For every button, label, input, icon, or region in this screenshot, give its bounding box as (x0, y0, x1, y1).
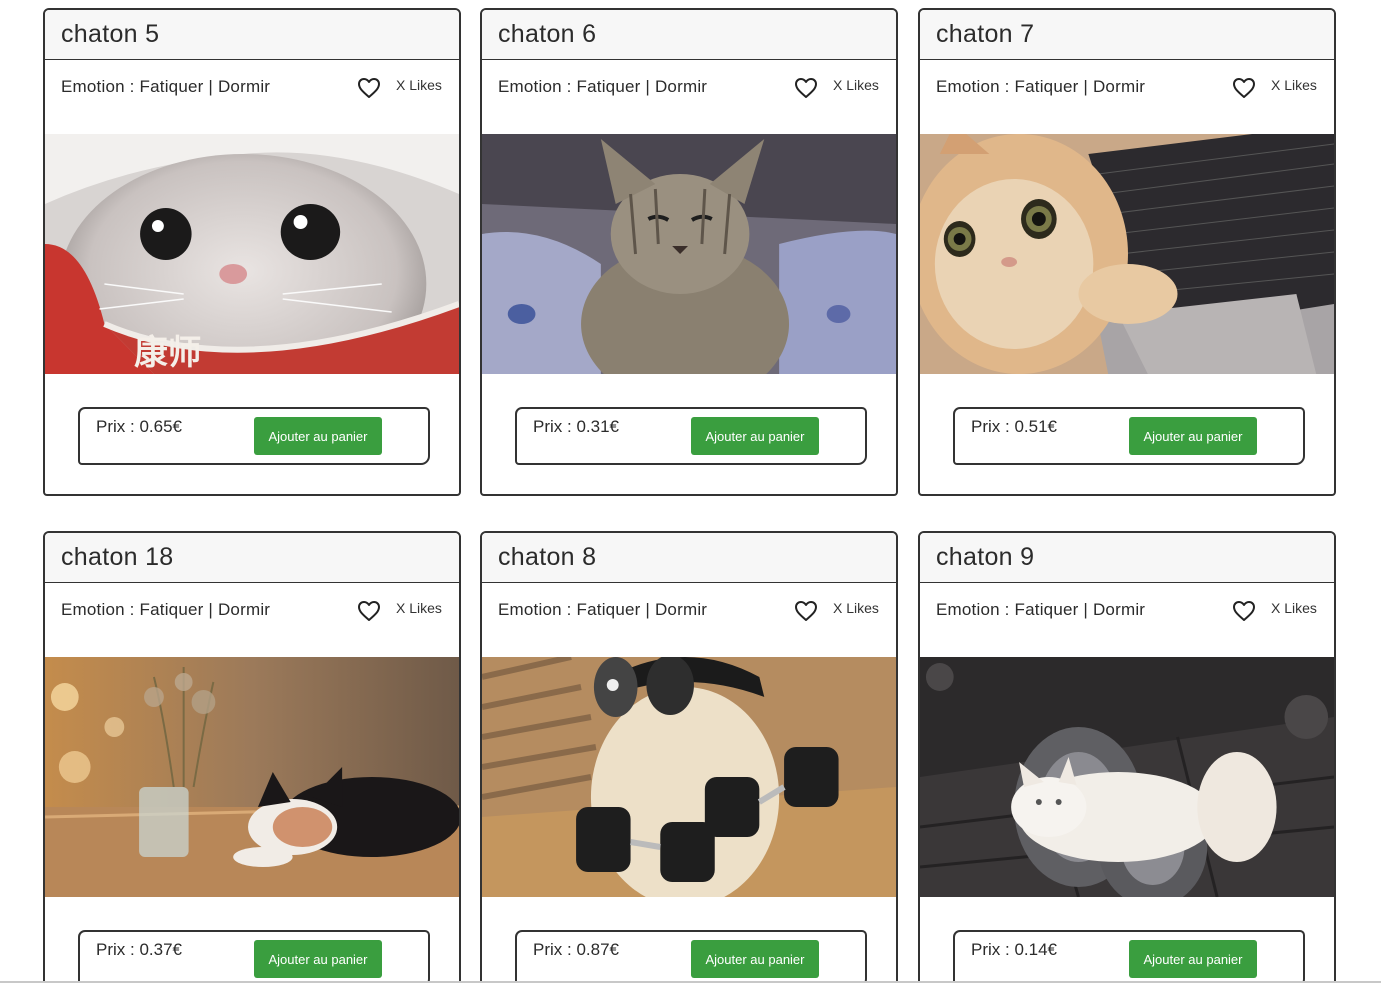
price-box: Prix : 0.87€ Ajouter au panier (515, 930, 867, 983)
heart-icon[interactable] (1232, 77, 1256, 99)
sleeping-cat-table-photo (45, 657, 459, 897)
price-box: Prix : 0.14€ Ajouter au panier (953, 930, 1305, 983)
price-box: Prix : 0.31€ Ajouter au panier (515, 407, 867, 465)
card-header: chaton 8 (482, 533, 896, 583)
card-title: chaton 18 (61, 543, 174, 571)
price-label: Prix : 0.14€ (971, 940, 1057, 959)
add-to-cart-button[interactable]: Ajouter au panier (254, 940, 382, 978)
kitten-on-dumbbell-photo (920, 657, 1334, 897)
price-box: Prix : 0.51€ Ajouter au panier (953, 407, 1305, 465)
card-header: chaton 9 (920, 533, 1334, 583)
emotion-row: Emotion : Fatiquer | Dormir X Likes (482, 583, 896, 657)
emotion-label: Emotion : Fatiquer | Dormir (936, 600, 1146, 619)
emotion-label: Emotion : Fatiquer | Dormir (498, 77, 708, 96)
price-label: Prix : 0.65€ (96, 417, 182, 436)
heart-icon[interactable] (794, 77, 818, 99)
card-title: chaton 8 (498, 543, 597, 571)
product-card: chaton 8 Emotion : Fatiquer | Dormir X L… (480, 531, 898, 983)
card-title: chaton 5 (61, 20, 160, 48)
heart-icon[interactable] (357, 600, 381, 622)
grumpy-kitten-photo (482, 134, 896, 374)
product-card: chaton 7 Emotion : Fatiquer | Dormir X L… (918, 8, 1336, 496)
card-header: chaton 5 (45, 10, 459, 60)
svg-text:康师: 康师 (134, 333, 201, 372)
emotion-row: Emotion : Fatiquer | Dormir X Likes (45, 583, 459, 657)
cat-on-laptop-photo (920, 134, 1334, 374)
card-title: chaton 7 (936, 20, 1035, 48)
emotion-label: Emotion : Fatiquer | Dormir (936, 77, 1146, 96)
emotion-label: Emotion : Fatiquer | Dormir (498, 600, 708, 619)
price-label: Prix : 0.87€ (533, 940, 619, 959)
likes-count: X Likes (1271, 77, 1317, 93)
emotion-label: Emotion : Fatiquer | Dormir (61, 77, 271, 96)
add-to-cart-button[interactable]: Ajouter au panier (254, 417, 382, 455)
price-label: Prix : 0.37€ (96, 940, 182, 959)
emotion-label: Emotion : Fatiquer | Dormir (61, 600, 271, 619)
emotion-row: Emotion : Fatiquer | Dormir X Likes (920, 60, 1334, 134)
product-grid: chaton 5 Emotion : Fatiquer | Dormir X L… (0, 0, 1381, 983)
price-box: Prix : 0.37€ Ajouter au panier (78, 930, 430, 983)
kitten-in-cup-photo: 康师 (45, 134, 459, 374)
product-card: chaton 5 Emotion : Fatiquer | Dormir X L… (43, 8, 461, 496)
card-header: chaton 7 (920, 10, 1334, 60)
emotion-row: Emotion : Fatiquer | Dormir X Likes (482, 60, 896, 134)
likes-count: X Likes (1271, 600, 1317, 616)
card-header: chaton 18 (45, 533, 459, 583)
emotion-row: Emotion : Fatiquer | Dormir X Likes (920, 583, 1334, 657)
heart-icon[interactable] (357, 77, 381, 99)
heart-icon[interactable] (1232, 600, 1256, 622)
emotion-row: Emotion : Fatiquer | Dormir X Likes (45, 60, 459, 134)
add-to-cart-button[interactable]: Ajouter au panier (691, 417, 819, 455)
likes-count: X Likes (833, 77, 879, 93)
likes-count: X Likes (396, 77, 442, 93)
card-title: chaton 6 (498, 20, 597, 48)
card-title: chaton 9 (936, 543, 1035, 571)
add-to-cart-button[interactable]: Ajouter au panier (1129, 940, 1257, 978)
product-card: chaton 18 Emotion : Fatiquer | Dormir X … (43, 531, 461, 983)
add-to-cart-button[interactable]: Ajouter au panier (1129, 417, 1257, 455)
add-to-cart-button[interactable]: Ajouter au panier (691, 940, 819, 978)
product-card: chaton 9 Emotion : Fatiquer | Dormir X L… (918, 531, 1336, 983)
heart-icon[interactable] (794, 600, 818, 622)
card-header: chaton 6 (482, 10, 896, 60)
price-label: Prix : 0.31€ (533, 417, 619, 436)
likes-count: X Likes (396, 600, 442, 616)
product-card: chaton 6 Emotion : Fatiquer | Dormir X L… (480, 8, 898, 496)
price-label: Prix : 0.51€ (971, 417, 1057, 436)
price-box: Prix : 0.65€ Ajouter au panier (78, 407, 430, 465)
kitten-with-dumbbells-photo (482, 657, 896, 897)
likes-count: X Likes (833, 600, 879, 616)
